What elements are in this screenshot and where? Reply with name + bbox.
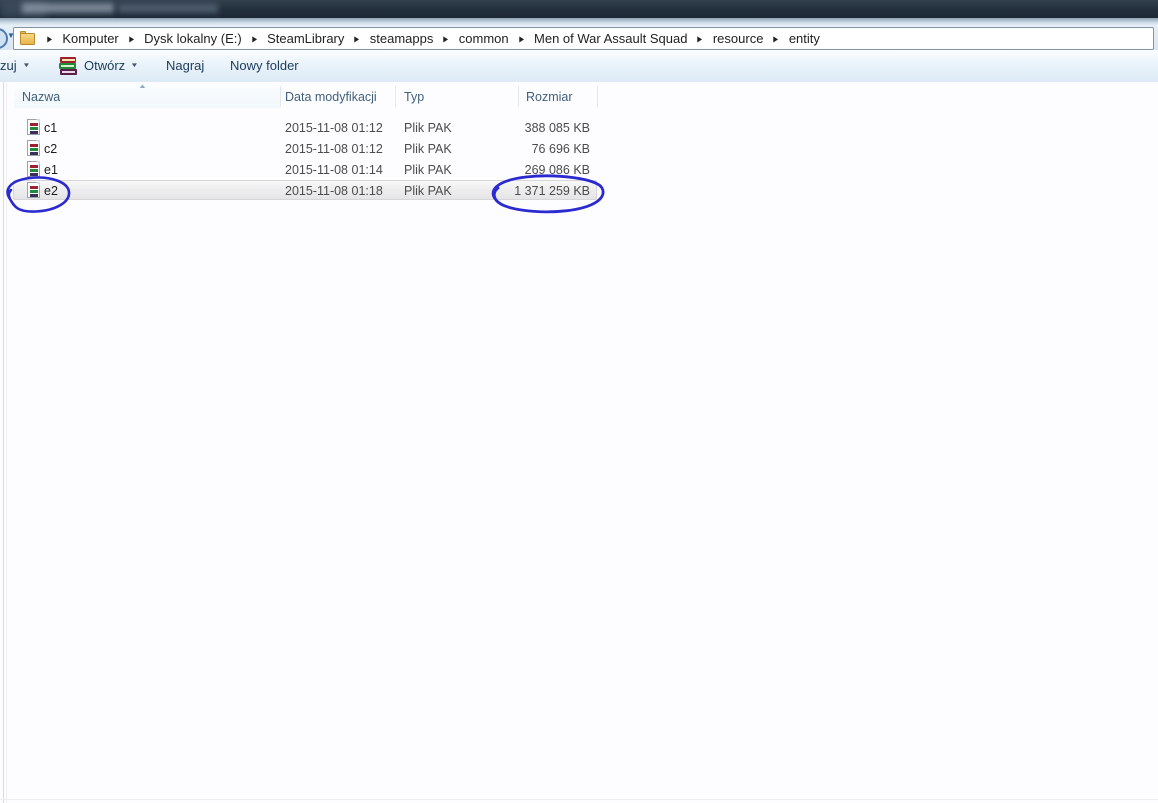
organize-button-partial[interactable]: zuj ▼ — [0, 50, 30, 81]
folder-icon — [20, 30, 35, 45]
file-type: Plik PAK — [404, 162, 452, 177]
address-bar[interactable]: ▶ Komputer ▶ Dysk lokalny (E:) ▶ SteamLi… — [13, 27, 1154, 50]
window-bottom-edge — [0, 799, 1158, 800]
explorer-window: ▼ ▶ Komputer ▶ Dysk lokalny (E:) ▶ Steam… — [0, 0, 1158, 803]
file-row-c1[interactable]: c1 2015-11-08 01:12 Plik PAK 388 085 KB — [0, 117, 640, 138]
column-divider[interactable] — [395, 86, 396, 107]
column-divider[interactable] — [597, 86, 598, 107]
sort-ascending-icon: ▲ — [137, 83, 147, 90]
breadcrumb-arrow-icon: ▶ — [518, 35, 524, 44]
column-header-size[interactable]: Rozmiar — [526, 85, 573, 108]
file-type: Plik PAK — [404, 141, 452, 156]
file-row-e1[interactable]: e1 2015-11-08 01:14 Plik PAK 269 086 KB — [0, 159, 640, 180]
file-row-c2[interactable]: c2 2015-11-08 01:12 Plik PAK 76 696 KB — [0, 138, 640, 159]
burn-button-label: Nagraj — [166, 58, 205, 73]
file-name: c1 — [44, 120, 58, 135]
breadcrumb-item-entity[interactable]: entity — [784, 29, 825, 48]
column-divider[interactable] — [280, 86, 281, 107]
pak-file-icon — [27, 182, 40, 198]
burn-button[interactable]: Nagraj — [166, 50, 204, 81]
breadcrumb-item-common[interactable]: common — [454, 29, 514, 48]
breadcrumb-arrow-icon: ▶ — [129, 35, 134, 44]
pak-file-icon — [27, 161, 40, 177]
file-size: 269 086 KB — [524, 162, 590, 177]
blurred-text-smudge — [118, 4, 218, 13]
column-divider[interactable] — [518, 86, 519, 107]
chevron-down-icon: ▼ — [130, 62, 139, 69]
new-folder-button[interactable]: Nowy folder — [230, 50, 299, 81]
file-date-modified: 2015-11-08 01:18 — [285, 183, 383, 198]
breadcrumb-item-drive[interactable]: Dysk lokalny (E:) — [139, 29, 247, 48]
file-size: 76 696 KB — [531, 141, 590, 156]
breadcrumb-arrow-icon: ▶ — [443, 35, 449, 44]
file-date-modified: 2015-11-08 01:14 — [285, 162, 383, 177]
blurred-text-smudge — [22, 3, 114, 13]
pak-file-icon — [27, 119, 40, 135]
chevron-down-icon: ▼ — [21, 62, 31, 69]
breadcrumb-arrow-icon: ▶ — [354, 35, 360, 44]
breadcrumb-item-komputer[interactable]: Komputer — [57, 29, 123, 48]
navigation-row: ▼ ▶ Komputer ▶ Dysk lokalny (E:) ▶ Steam… — [0, 26, 1158, 50]
file-date-modified: 2015-11-08 01:12 — [285, 120, 383, 135]
breadcrumb-arrow-icon: ▶ — [773, 35, 779, 44]
breadcrumb-item-resource[interactable]: resource — [708, 29, 769, 48]
open-button[interactable]: Otwórz ▼ — [59, 50, 139, 81]
breadcrumb-item-game-folder[interactable]: Men of War Assault Squad — [529, 29, 692, 48]
column-header-date-modified[interactable]: Data modyfikacji — [285, 85, 377, 108]
column-header-name[interactable]: Nazwa — [22, 85, 60, 108]
file-size: 1 371 259 KB — [514, 183, 590, 198]
file-type: Plik PAK — [404, 120, 452, 135]
file-name: c2 — [44, 141, 58, 156]
file-size: 388 085 KB — [524, 120, 590, 135]
file-date-modified: 2015-11-08 01:12 — [285, 141, 383, 156]
command-bar: zuj ▼ Otwórz ▼ Nagraj Nowy folder — [0, 50, 1158, 83]
file-name: e2 — [44, 183, 58, 198]
window-frame-gradient — [0, 18, 1158, 26]
open-button-label: Otwórz — [84, 58, 126, 73]
breadcrumb-arrow-icon: ▶ — [697, 35, 703, 44]
file-list-pane: ▲ Nazwa Data modyfikacji Typ Rozmiar c1 … — [0, 82, 1158, 803]
background-window-titlebar — [0, 0, 1158, 18]
file-type: Plik PAK — [404, 183, 452, 198]
file-row-e2-selected[interactable]: e2 2015-11-08 01:18 Plik PAK 1 371 259 K… — [0, 180, 640, 201]
file-name: e1 — [44, 162, 58, 177]
column-header-type[interactable]: Typ — [404, 85, 424, 108]
breadcrumb: ▶ Komputer ▶ Dysk lokalny (E:) ▶ SteamLi… — [42, 29, 825, 48]
pak-file-icon — [27, 140, 40, 156]
breadcrumb-arrow-icon: ▶ — [47, 35, 53, 44]
breadcrumb-arrow-icon: ▶ — [251, 35, 257, 44]
breadcrumb-item-steamlibrary[interactable]: SteamLibrary — [262, 29, 349, 48]
winrar-icon — [59, 56, 78, 75]
breadcrumb-item-steamapps[interactable]: steamapps — [365, 29, 439, 48]
organize-button-label: zuj — [0, 58, 17, 73]
new-folder-button-label: Nowy folder — [230, 58, 299, 73]
